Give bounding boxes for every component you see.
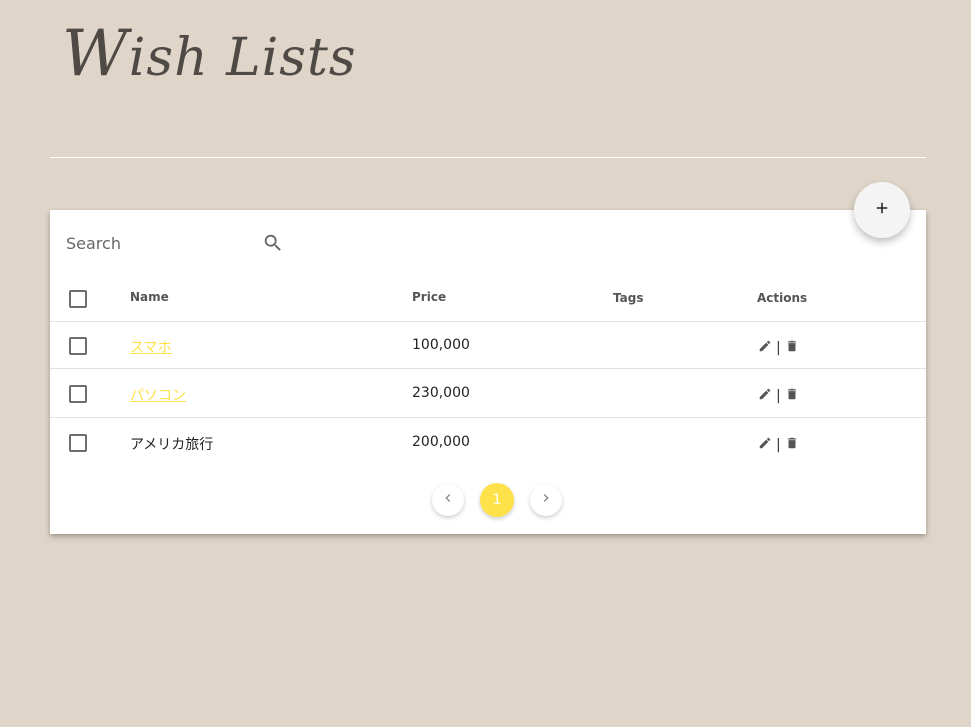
action-separator: |: [776, 436, 781, 453]
item-name-link[interactable]: スマホ: [130, 337, 172, 357]
item-name-link[interactable]: パソコン: [130, 385, 186, 405]
row-divider: [50, 321, 926, 322]
add-item-button[interactable]: [854, 182, 910, 238]
plus-icon: [873, 199, 891, 221]
next-page-button[interactable]: [530, 484, 562, 516]
search-icon[interactable]: [262, 232, 284, 258]
page-button-current[interactable]: 1: [480, 483, 514, 517]
divider: [50, 157, 926, 158]
search-box[interactable]: Search: [66, 230, 286, 256]
select-all-checkbox[interactable]: [69, 290, 87, 308]
wishlist-card: Search Name Price Tags Actions スマホ 100,0…: [50, 210, 926, 534]
page-title: Wish Lists: [62, 22, 357, 86]
item-price: 100,000: [412, 337, 470, 353]
pencil-icon[interactable]: [758, 338, 772, 357]
action-separator: |: [776, 387, 781, 404]
pagination: 1: [424, 483, 570, 517]
row-checkbox[interactable]: [69, 434, 87, 452]
page-title-rest: ish Lists: [128, 28, 357, 88]
row-divider: [50, 368, 926, 369]
row-divider: [50, 417, 926, 418]
search-input[interactable]: Search: [66, 234, 262, 253]
pencil-icon[interactable]: [758, 435, 772, 454]
row-actions: |: [758, 435, 799, 454]
row-actions: |: [758, 338, 799, 357]
action-separator: |: [776, 339, 781, 356]
chevron-right-icon: [538, 490, 554, 510]
column-header-tags: Tags: [613, 291, 644, 305]
prev-page-button[interactable]: [432, 484, 464, 516]
row-checkbox[interactable]: [69, 337, 87, 355]
page-title-initial: W: [62, 17, 129, 91]
row-actions: |: [758, 386, 799, 405]
column-header-actions: Actions: [757, 291, 808, 305]
column-header-price[interactable]: Price: [412, 290, 446, 304]
row-checkbox[interactable]: [69, 385, 87, 403]
item-price: 200,000: [412, 434, 470, 450]
column-header-name[interactable]: Name: [130, 290, 169, 304]
trash-icon[interactable]: [785, 435, 799, 454]
item-price: 230,000: [412, 385, 470, 401]
trash-icon[interactable]: [785, 338, 799, 357]
item-name: アメリカ旅行: [130, 437, 214, 453]
pencil-icon[interactable]: [758, 386, 772, 405]
chevron-left-icon: [440, 490, 456, 510]
trash-icon[interactable]: [785, 386, 799, 405]
